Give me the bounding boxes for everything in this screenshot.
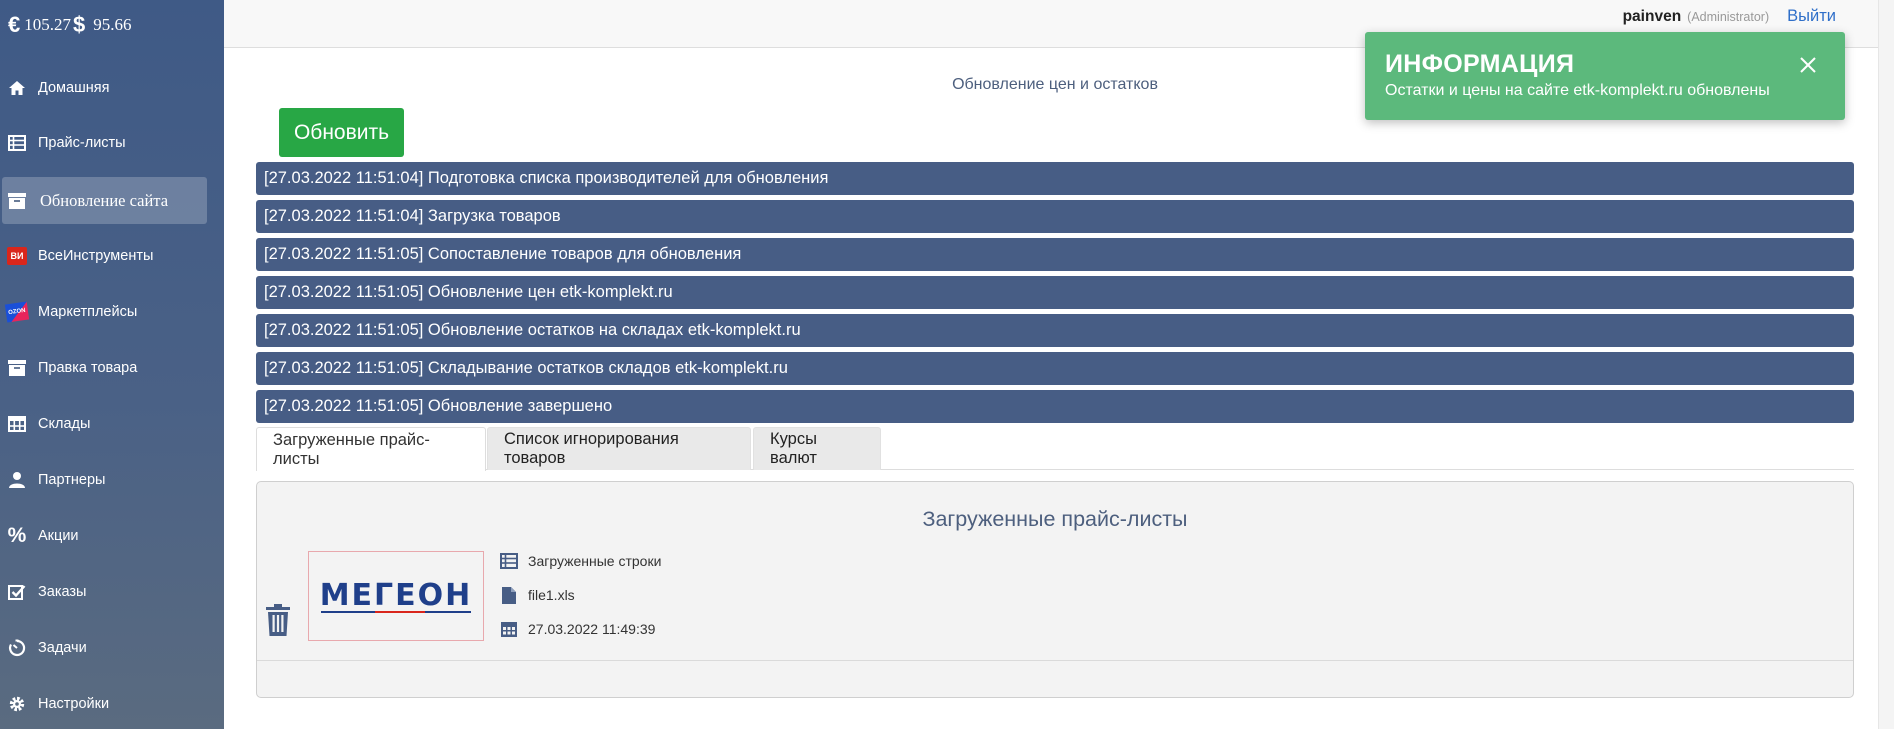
tab-currency-rates[interactable]: Курсы валют	[753, 427, 881, 470]
sidebar-item-label: Склады	[38, 416, 91, 432]
log-entry: [27.03.2022 11:51:05] Складывание остатк…	[256, 352, 1854, 385]
panel-footer-divider	[257, 660, 1853, 661]
vseinstrumenty-logo-icon: ВИ	[6, 245, 28, 267]
sidebar-item-partners[interactable]: Партнеры	[0, 458, 224, 502]
close-icon[interactable]	[1797, 54, 1819, 76]
box-icon	[6, 190, 28, 212]
sidebar-item-label: Правка товара	[38, 360, 138, 376]
page-scrollbar[interactable]	[1878, 0, 1894, 729]
sidebar-item-vseinstrumenty[interactable]: ВИ ВсеИнструменты	[0, 234, 224, 278]
sidebar-item-orders[interactable]: Заказы	[0, 570, 224, 614]
list-icon	[498, 550, 520, 572]
supplier-logo: МЕГЕОН	[308, 551, 484, 641]
sidebar-item-home[interactable]: Домашняя	[0, 66, 224, 110]
log-entry: [27.03.2022 11:51:05] Обновление заверше…	[256, 390, 1854, 423]
tab-bar: Загруженные прайс-листы Список игнориров…	[256, 427, 1854, 471]
info-toast: ИНФОРМАЦИЯ Остатки и цены на сайте etk-k…	[1365, 32, 1845, 120]
percent-icon: %	[7, 524, 27, 547]
logout-link[interactable]: Выйти	[1787, 7, 1836, 26]
sidebar-item-label: Домашняя	[38, 80, 110, 96]
calendar-icon	[498, 618, 520, 640]
sidebar-item-label: Обновление сайта	[40, 190, 169, 210]
log-entry: [27.03.2022 11:51:05] Обновление остатко…	[256, 314, 1854, 347]
trash-icon[interactable]	[263, 603, 293, 637]
home-icon	[6, 77, 28, 99]
sidebar-item-label: Заказы	[38, 584, 87, 600]
log-entry: [27.03.2022 11:51:04] Загрузка товаров	[256, 200, 1854, 233]
sidebar-item-warehouses[interactable]: Склады	[0, 402, 224, 446]
username: painven	[1622, 8, 1682, 25]
checkbox-icon	[6, 581, 28, 603]
sidebar-item-promotions[interactable]: % Акции	[0, 514, 224, 558]
toast-message: Остатки и цены на сайте etk-komplekt.ru …	[1385, 82, 1770, 99]
date-info: 27.03.2022 11:49:39	[498, 618, 655, 640]
toast-title: ИНФОРМАЦИЯ	[1385, 50, 1575, 78]
loaded-rows-info: Загруженные строки	[498, 550, 661, 572]
log-entry: [27.03.2022 11:51:04] Подготовка списка …	[256, 162, 1854, 195]
ozon-logo-icon: OZON	[4, 301, 30, 323]
sidebar-item-label: Настройки	[38, 696, 110, 712]
loaded-rows-label: Загруженные строки	[528, 553, 662, 569]
file-info: file1.xls	[498, 584, 575, 606]
user-role: (Administrator)	[1687, 10, 1770, 24]
sidebar-item-label: Прайс-листы	[38, 135, 126, 151]
sidebar-item-label: Маркетплейсы	[38, 304, 138, 320]
sidebar: € 105.27 $ 95.66 Домашняя Прайс-листы Об…	[0, 0, 224, 729]
sidebar-item-label: ВсеИнструменты	[38, 248, 154, 264]
list-icon	[6, 132, 28, 154]
sidebar-item-tasks[interactable]: Задачи	[0, 626, 224, 670]
sidebar-item-product-edit[interactable]: Правка товара	[0, 346, 224, 390]
usd-rate: 95.66	[93, 15, 132, 34]
timer-icon	[6, 637, 28, 659]
panel-title: Загруженные прайс-листы	[922, 507, 1188, 531]
currency-rates: € 105.27 $ 95.66	[8, 12, 132, 38]
box-icon	[6, 357, 28, 379]
uploaded-price-lists-panel: Загруженные прайс-листы МЕГЕОН Загруженн…	[256, 481, 1854, 698]
tab-ignore-list[interactable]: Список игнорирования товаров	[487, 427, 751, 470]
euro-icon: €	[8, 12, 21, 37]
log-entry: [27.03.2022 11:51:05] Обновление цен etk…	[256, 276, 1854, 309]
eur-rate: 105.27	[24, 15, 71, 34]
refresh-button[interactable]: Обновить	[279, 108, 404, 157]
table-icon	[6, 413, 28, 435]
user-info: painven (Administrator) Выйти	[1623, 7, 1836, 26]
sidebar-item-marketplaces[interactable]: OZON Маркетплейсы	[0, 290, 224, 334]
sidebar-item-label: Партнеры	[38, 472, 106, 488]
upload-date: 27.03.2022 11:49:39	[528, 621, 656, 637]
supplier-logo-text: МЕГЕОН	[320, 578, 473, 613]
sidebar-item-label: Задачи	[38, 640, 87, 656]
sidebar-item-label: Акции	[38, 528, 79, 544]
dollar-icon: $	[73, 12, 86, 37]
file-icon	[498, 584, 520, 606]
sidebar-item-settings[interactable]: Настройки	[0, 682, 224, 726]
sidebar-item-price-lists[interactable]: Прайс-листы	[0, 121, 224, 165]
user-icon	[6, 469, 28, 491]
file-name: file1.xls	[528, 587, 575, 603]
sidebar-item-site-update[interactable]: Обновление сайта	[2, 177, 207, 224]
gear-icon	[6, 693, 28, 715]
tab-uploaded-price-lists[interactable]: Загруженные прайс-листы	[256, 427, 486, 471]
log-entry: [27.03.2022 11:51:05] Сопоставление това…	[256, 238, 1854, 271]
